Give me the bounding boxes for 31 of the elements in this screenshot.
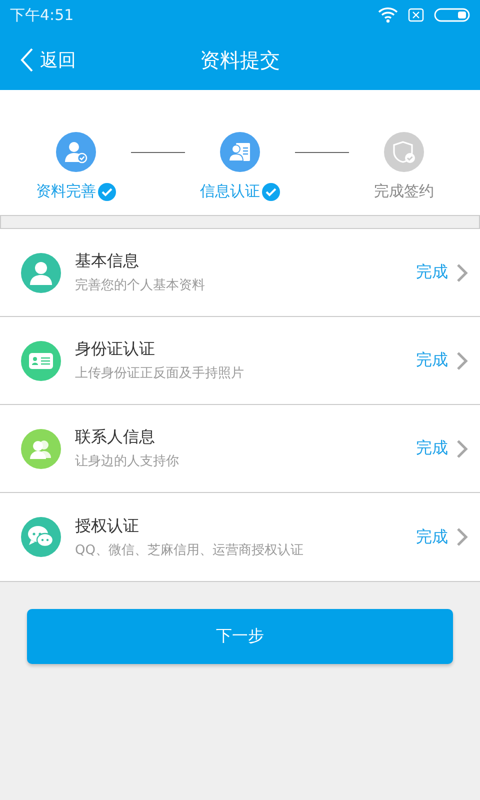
list-item[interactable]: 身份证认证 上传身份证正反面及手持照片 完成 <box>0 317 480 405</box>
chevron-icon <box>456 262 468 282</box>
list-item[interactable]: 联系人信息 让身边的人支持你 完成 <box>0 405 480 493</box>
item-subtitle: QQ、微信、芝麻信用、运营商授权认证 <box>75 542 304 558</box>
back-icon <box>20 47 34 73</box>
chevron-icon <box>456 527 468 547</box>
item-subtitle: 上传身份证正反面及手持照片 <box>75 365 245 382</box>
item-status: 完成 <box>416 526 448 548</box>
sim-icon <box>408 8 424 22</box>
step-label: 信息认证 <box>200 182 260 201</box>
chevron-icon <box>456 438 468 458</box>
item-subtitle: 让身边的人支持你 <box>75 453 180 470</box>
step-label: 资料完善 <box>36 182 96 201</box>
item-status: 完成 <box>416 350 448 371</box>
check-icon <box>98 182 116 200</box>
item-status: 完成 <box>416 262 448 283</box>
item-status: 完成 <box>416 438 448 459</box>
battery-icon <box>434 8 470 22</box>
step-label: 完成签约 <box>374 182 434 201</box>
check-icon <box>262 182 280 200</box>
status-time: 下午4:51 <box>10 6 74 24</box>
item-title: 联系人信息 <box>75 427 156 448</box>
list-item[interactable]: 授权认证 QQ、微信、芝麻信用、运营商授权认证 完成 <box>0 493 480 581</box>
item-title: 基本信息 <box>75 251 140 272</box>
item-subtitle: 完善您的个人基本资料 <box>75 277 206 294</box>
item-title: 身份证认证 <box>75 339 156 360</box>
chevron-icon <box>456 350 468 370</box>
list-item[interactable]: 基本信息 完善您的个人基本资料 完成 <box>0 229 480 317</box>
item-title: 授权认证 <box>75 516 140 536</box>
wifi-icon <box>378 7 398 23</box>
page-title: 资料提交 <box>200 46 280 74</box>
